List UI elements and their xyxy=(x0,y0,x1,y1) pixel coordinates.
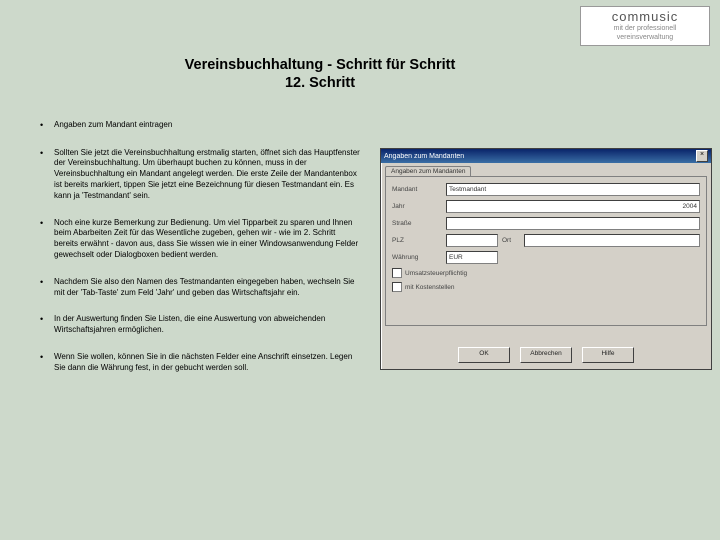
checkbox-icon xyxy=(392,268,402,278)
bullet-list: • Angaben zum Mandant eintragen • Sollte… xyxy=(40,120,360,390)
checkbox-kostenstellen[interactable]: mit Kostenstellen xyxy=(392,282,700,292)
list-item: • Nachdem Sie also den Namen des Testman… xyxy=(40,277,360,299)
page-title: Vereinsbuchhaltung - Schritt für Schritt… xyxy=(170,56,470,92)
label-plz: PLZ xyxy=(392,237,442,244)
label-strasse: Straße xyxy=(392,220,442,227)
checkbox-icon xyxy=(392,282,402,292)
checkbox-label: mit Kostenstellen xyxy=(405,284,455,291)
dialog-button-row: OK Abbrechen Hilfe xyxy=(381,347,711,363)
plz-field[interactable] xyxy=(446,234,498,247)
mandant-dialog: Angaben zum Mandanten × Angaben zum Mand… xyxy=(380,148,712,370)
label-jahr: Jahr xyxy=(392,203,442,210)
bullet-icon: • xyxy=(40,120,54,132)
mandant-field[interactable]: Testmandant xyxy=(446,183,700,196)
list-item: • Wenn Sie wollen, können Sie in die näc… xyxy=(40,352,360,374)
brand-tagline-2: vereinsverwaltung xyxy=(583,34,707,42)
bullet-icon: • xyxy=(40,218,54,261)
checkbox-ust[interactable]: Umsatzsteuerpflichtig xyxy=(392,268,700,278)
strasse-field[interactable] xyxy=(446,217,700,230)
bullet-text: Noch eine kurze Bemerkung zur Bedienung.… xyxy=(54,218,360,261)
dialog-title: Angaben zum Mandanten xyxy=(384,153,464,160)
dialog-titlebar: Angaben zum Mandanten × xyxy=(381,149,711,163)
bullet-icon: • xyxy=(40,352,54,374)
list-item: • Sollten Sie jetzt die Vereinsbuchhaltu… xyxy=(40,148,360,202)
label-ort: Ort xyxy=(502,237,520,244)
bullet-text: Sollten Sie jetzt die Vereinsbuchhaltung… xyxy=(54,148,360,202)
list-item: • Noch eine kurze Bemerkung zur Bedienun… xyxy=(40,218,360,261)
brand-tagline-1: mit der professionell xyxy=(583,25,707,33)
tabstrip: Angaben zum Mandanten xyxy=(381,163,711,176)
tab-mandant[interactable]: Angaben zum Mandanten xyxy=(385,166,471,176)
bullet-text: Nachdem Sie also den Namen des Testmanda… xyxy=(54,277,360,299)
bullet-text: In der Auswertung finden Sie Listen, die… xyxy=(54,314,360,336)
title-line-2: 12. Schritt xyxy=(170,74,470,92)
brand-name: commusic xyxy=(583,9,707,24)
bullet-icon: • xyxy=(40,277,54,299)
bullet-text: Angaben zum Mandant eintragen xyxy=(54,120,360,132)
cancel-button[interactable]: Abbrechen xyxy=(520,347,572,363)
title-line-1: Vereinsbuchhaltung - Schritt für Schritt xyxy=(170,56,470,74)
label-waehrung: Währung xyxy=(392,254,442,261)
waehrung-field[interactable]: EUR xyxy=(446,251,498,264)
checkbox-label: Umsatzsteuerpflichtig xyxy=(405,270,467,277)
label-mandant: Mandant xyxy=(392,186,442,193)
help-button[interactable]: Hilfe xyxy=(582,347,634,363)
tab-panel: Mandant Testmandant Jahr 2004 Straße PLZ… xyxy=(385,176,707,326)
brand-logo: commusic mit der professionell vereinsve… xyxy=(580,6,710,46)
bullet-text: Wenn Sie wollen, können Sie in die nächs… xyxy=(54,352,360,374)
jahr-field[interactable]: 2004 xyxy=(446,200,700,213)
list-item: • Angaben zum Mandant eintragen xyxy=(40,120,360,132)
close-icon[interactable]: × xyxy=(696,150,708,162)
list-item: • In der Auswertung finden Sie Listen, d… xyxy=(40,314,360,336)
bullet-icon: • xyxy=(40,314,54,336)
ort-field[interactable] xyxy=(524,234,700,247)
ok-button[interactable]: OK xyxy=(458,347,510,363)
bullet-icon: • xyxy=(40,148,54,202)
